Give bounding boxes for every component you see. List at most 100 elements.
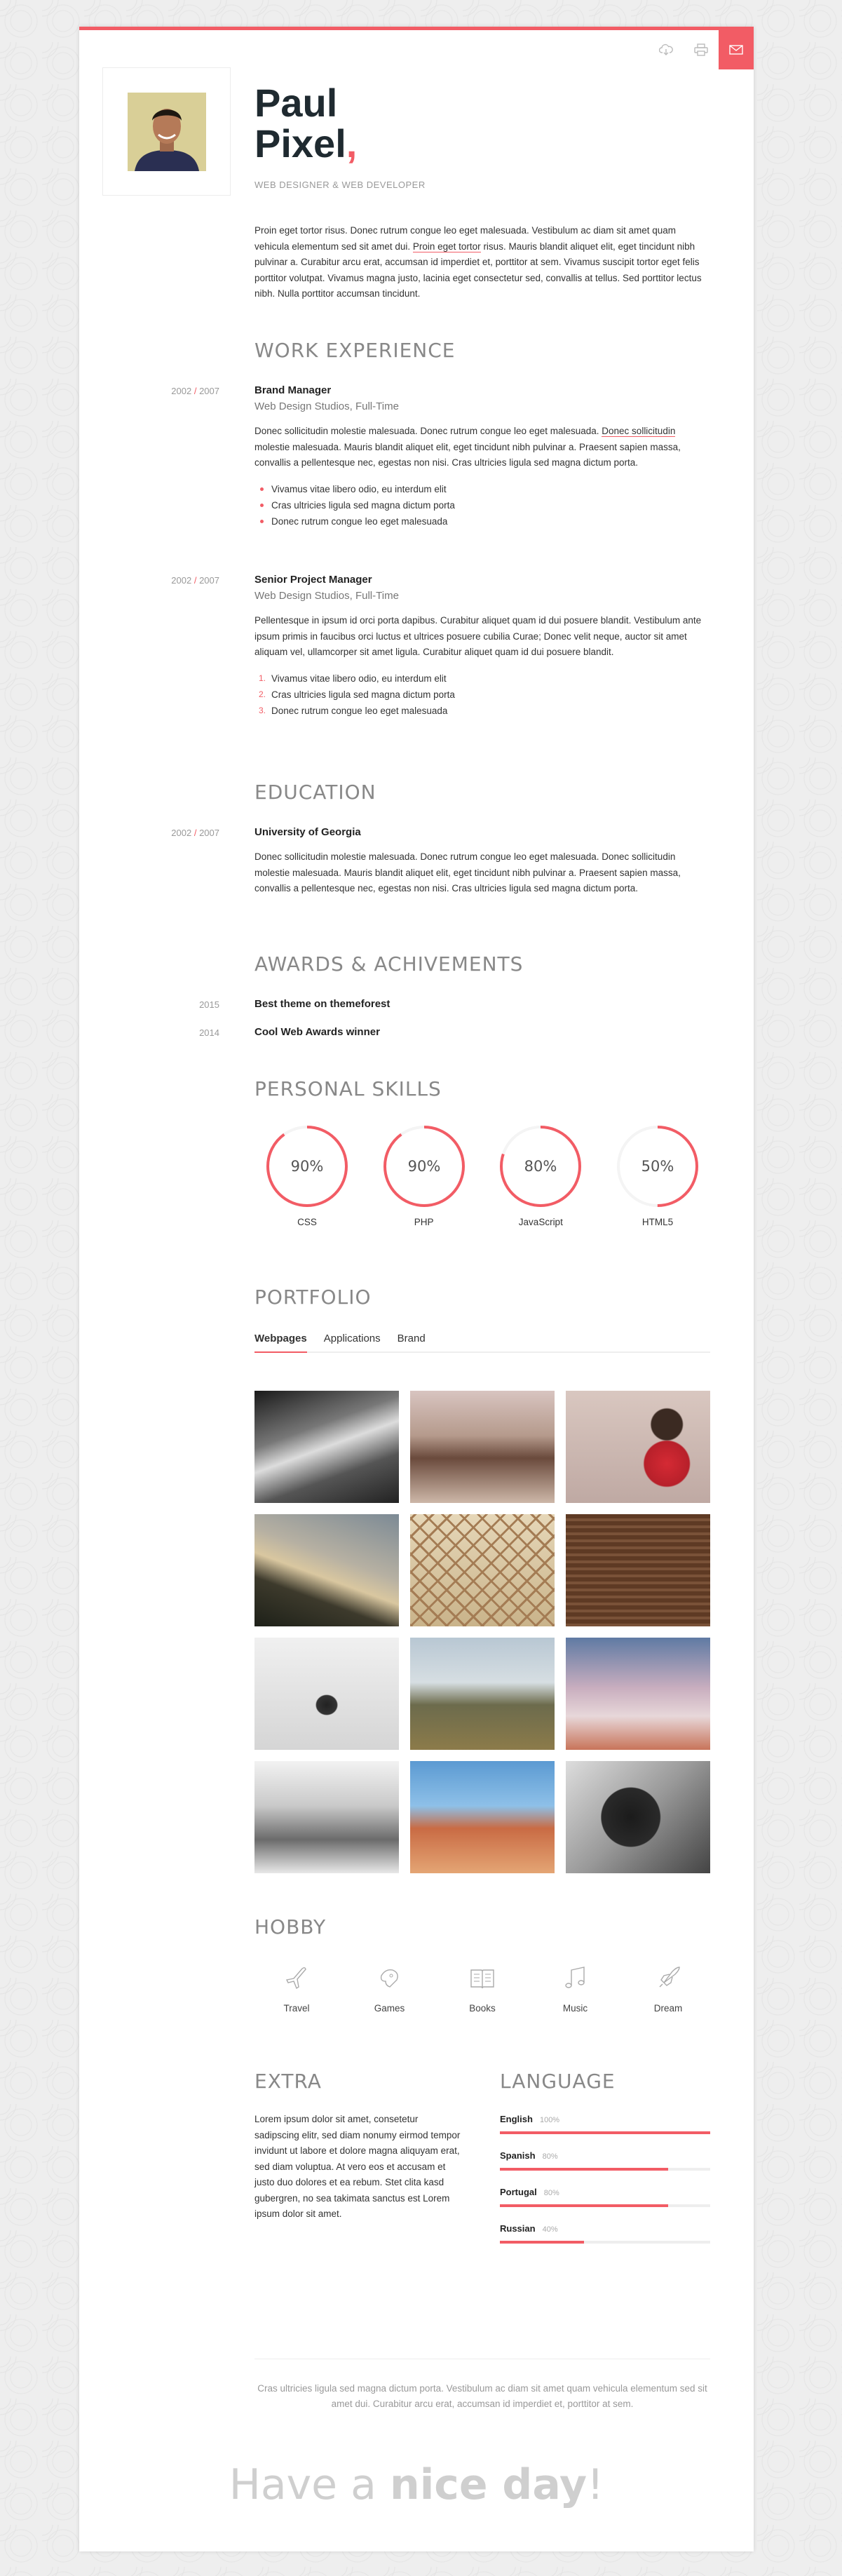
music-icon (564, 1967, 585, 1988)
extra-text: Lorem ipsum dolor sit amet, consetetur s… (254, 2114, 461, 2219)
list-text: Vivamus vitae libero odio, eu interdum e… (271, 673, 447, 684)
job-1: Brand Manager Web Design Studios, Full-T… (254, 384, 710, 530)
first-name: Paul (254, 81, 338, 125)
job-numbered-list: 1. Vivamus vitae libero odio, eu interdum… (254, 670, 710, 719)
skill-php: 90% PHP (372, 1124, 477, 1227)
date-sep: / (193, 575, 197, 586)
job-role: WEB DESIGNER & WEB DEVELOPER (254, 180, 426, 190)
date-from: 2002 (171, 575, 192, 586)
section-title-extra: EXTRA (254, 2070, 322, 2093)
skill-percent: 50% (641, 1158, 674, 1175)
award-name: Cool Web Awards winner (254, 1026, 380, 1038)
hobby-travel: Travel (262, 1964, 332, 2014)
language-percent: 80% (542, 2152, 558, 2161)
book-icon (470, 1969, 494, 1989)
skill-name: CSS (297, 1217, 317, 1227)
rocket-icon (659, 1967, 680, 1988)
portfolio-grid (254, 1391, 710, 1873)
skill-css: 90% CSS (254, 1124, 360, 1227)
skill-ring: 80% (500, 1126, 582, 1207)
language-bar (500, 2168, 710, 2171)
skill-html5: 50% HTML5 (605, 1124, 710, 1227)
language-item: Spanish 80% (500, 2150, 710, 2171)
skill-ring: 90% (266, 1126, 348, 1207)
job-title: Brand Manager (254, 384, 332, 396)
print-icon[interactable] (684, 30, 719, 69)
full-name: Paul Pixel, (254, 83, 357, 164)
hobby-row: Travel Games Books Music Dream (254, 1964, 710, 2014)
gamepad-icon (380, 1969, 398, 1988)
portfolio-image[interactable] (410, 1638, 555, 1750)
portfolio-image[interactable] (254, 1761, 399, 1873)
language-list: English 100% Spanish 80% Portugal 80% Russi… (500, 2113, 710, 2259)
job-title: Senior Project Manager (254, 574, 372, 586)
list-text: Cras ultricies ligula sed magna dictum p… (271, 689, 455, 700)
portfolio-image[interactable] (254, 1514, 399, 1626)
tab-applications[interactable]: Applications (324, 1333, 381, 1344)
job-company: Web Design Studios, Full-Time (254, 400, 399, 412)
skill-name: PHP (414, 1217, 434, 1227)
language-percent: 80% (543, 2189, 559, 2197)
desc-part: Donec sollicitudin molestie malesuada. D… (254, 426, 602, 436)
closing-emphasis: nice day (390, 2460, 588, 2509)
intro-link[interactable]: Proin eget tortor (412, 241, 481, 252)
top-toolbar (649, 30, 754, 69)
skill-name: JavaScript (518, 1217, 563, 1227)
skills-row: 90% CSS 90% PHP 80% JavaScript 50% HTML5 (254, 1124, 710, 1227)
portfolio-image[interactable] (410, 1761, 555, 1873)
desc-link[interactable]: Donec sollicitudin (602, 426, 676, 437)
section-title-work: WORK EXPERIENCE (254, 339, 456, 362)
language-percent: 100% (539, 2116, 560, 2124)
job-1-date: 2002 / 2007 (79, 386, 219, 396)
portfolio-image[interactable] (566, 1391, 710, 1503)
hobby-dream: Dream (633, 1964, 703, 2014)
language-name: Spanish (500, 2150, 536, 2161)
job-description: Donec sollicitudin molestie malesuada. D… (254, 424, 710, 471)
cloud-download-icon[interactable] (649, 30, 684, 69)
skill-percent: 90% (407, 1158, 440, 1175)
date-to: 2007 (199, 828, 219, 838)
skill-javascript: 80% JavaScript (488, 1124, 593, 1227)
portfolio-image[interactable] (566, 1761, 710, 1873)
resume-paper: Paul Pixel, WEB DESIGNER & WEB DEVELOPER… (79, 27, 754, 2551)
portfolio-image[interactable] (566, 1514, 710, 1626)
list-item: 2. Cras ultricies ligula sed magna dictum… (254, 687, 710, 703)
hobby-label: Books (469, 2003, 496, 2014)
language-percent: 40% (542, 2225, 558, 2234)
skill-percent: 80% (524, 1158, 557, 1175)
award-year: 2014 (199, 1027, 219, 1038)
list-item: 3. Donec rutrum congue leo eget malesuada (254, 703, 710, 719)
footer-text: Cras ultricies ligula sed magna dictum p… (257, 2383, 707, 2409)
hobby-label: Travel (283, 2003, 310, 2014)
list-number: 1. (259, 673, 266, 683)
mail-icon[interactable] (719, 30, 754, 69)
section-title-portfolio: PORTFOLIO (254, 1286, 372, 1309)
portfolio-image[interactable] (566, 1638, 710, 1750)
list-number: 3. (259, 705, 266, 715)
intro: Proin eget tortor risus. Donec rutrum co… (254, 223, 710, 302)
last-name: Pixel (254, 121, 346, 166)
section-title-skills: PERSONAL SKILLS (254, 1077, 442, 1100)
hobby-label: Games (374, 2003, 405, 2014)
language-name: Portugal (500, 2187, 537, 2197)
avatar-frame (102, 67, 231, 196)
language-name: English (500, 2114, 533, 2124)
award-year: 2015 (199, 999, 219, 1010)
job-2-date: 2002 / 2007 (79, 575, 219, 586)
portfolio-image[interactable] (410, 1514, 555, 1626)
hobby-label: Music (562, 2003, 588, 2014)
tab-webpages[interactable]: Webpages (254, 1333, 307, 1353)
language-bar-fill (500, 2131, 710, 2134)
language-bar (500, 2204, 710, 2207)
portfolio-image[interactable] (410, 1391, 555, 1503)
tab-brand[interactable]: Brand (398, 1333, 426, 1344)
skill-ring: 90% (383, 1126, 465, 1207)
portfolio-image[interactable] (254, 1638, 399, 1750)
language-item: Russian 40% (500, 2223, 710, 2244)
education-date: 2002 / 2007 (79, 828, 219, 838)
language-bar-fill (500, 2204, 668, 2207)
job-2: Senior Project Manager Web Design Studio… (254, 574, 710, 719)
closing-part: ! (587, 2460, 604, 2509)
portfolio-image[interactable] (254, 1391, 399, 1503)
avatar (127, 92, 206, 171)
